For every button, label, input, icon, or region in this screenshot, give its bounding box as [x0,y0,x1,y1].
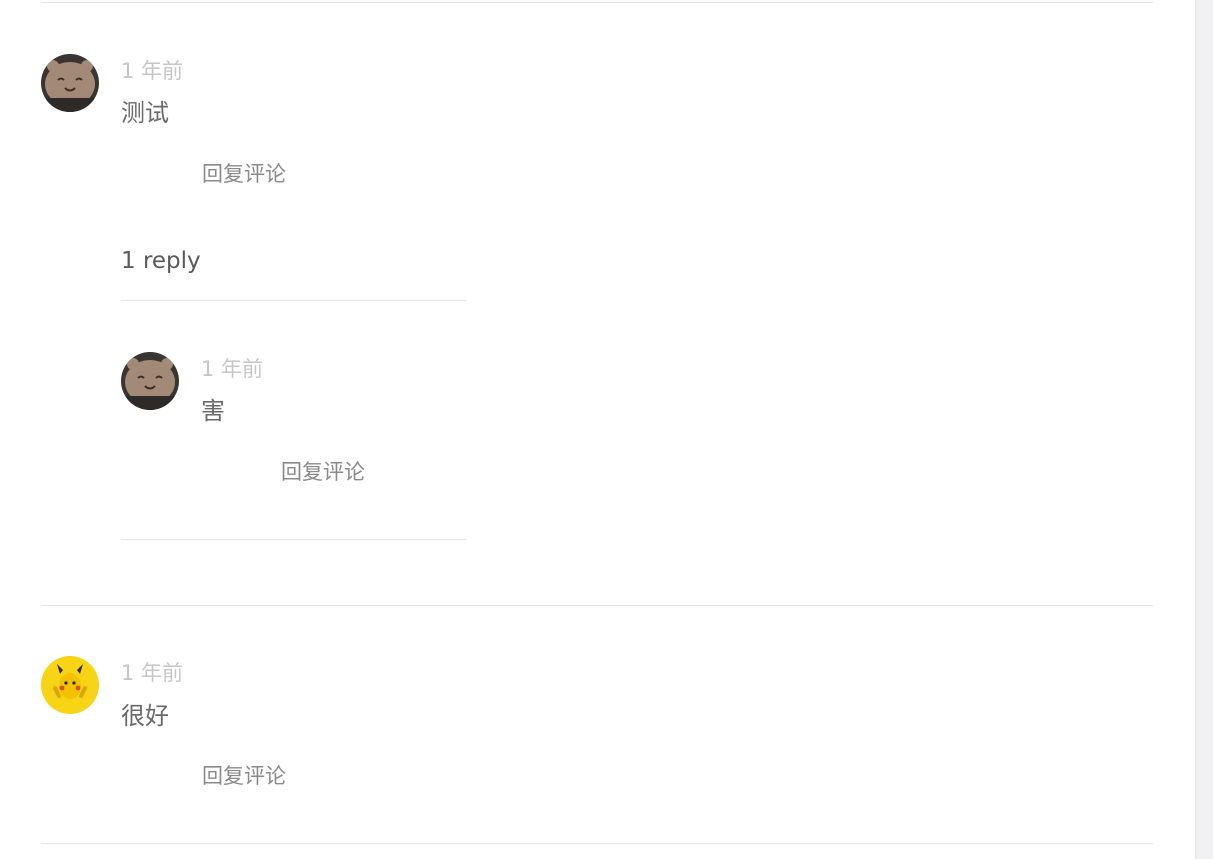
replies-divider-bottom [121,539,466,540]
comment-text: 很好 [121,702,169,730]
reply-count-toggle[interactable]: 1 reply [121,250,201,273]
reply-comment-button[interactable]: 回复评论 [202,164,286,185]
comment-divider [41,605,1153,606]
user-avatar-pikachu[interactable] [41,656,99,714]
user-avatar-bear[interactable] [41,54,99,112]
vertical-scrollbar[interactable] [1195,0,1213,859]
reply-text: 害 [201,397,225,425]
reply-comment-button[interactable]: 回复评论 [281,462,365,483]
comment-time: 1 年前 [121,59,184,83]
divider-top [41,2,1153,3]
comment-text: 测试 [121,99,169,127]
reply-time: 1 年前 [201,357,264,381]
replies-divider-top [121,300,466,301]
comment-time: 1 年前 [121,661,184,685]
comment-divider [41,843,1153,844]
reply-comment-button[interactable]: 回复评论 [202,766,286,787]
user-avatar-bear[interactable] [121,352,179,410]
